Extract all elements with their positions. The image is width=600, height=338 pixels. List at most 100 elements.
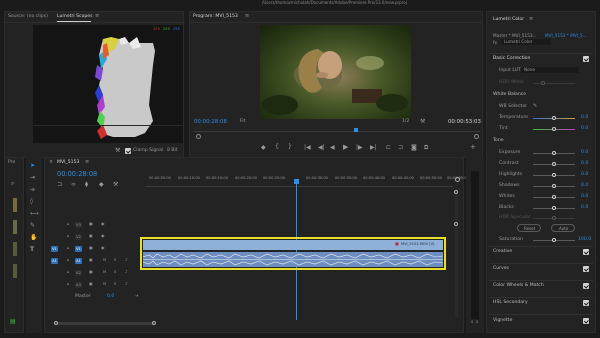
track-target-v2[interactable]: V2 (75, 234, 82, 240)
type-tool-icon[interactable]: T (30, 247, 34, 253)
project-thumb[interactable] (13, 220, 17, 234)
track-target-a1[interactable]: A1 (75, 258, 82, 264)
track-a1[interactable]: A1 ⌂ A1 ▣ M S ♪ (47, 256, 143, 266)
project-thumb[interactable] (13, 264, 17, 278)
highlights-knob[interactable] (552, 173, 556, 177)
section-creative[interactable]: Creative (493, 249, 512, 255)
mark-in-icon[interactable]: { (275, 144, 279, 150)
timeline-zoom-handle[interactable] (455, 177, 460, 182)
resolution-select[interactable]: 1/2 (402, 119, 409, 125)
master-volume[interactable]: 0.0 (107, 294, 114, 300)
section-vignette[interactable]: Vignette (493, 318, 512, 324)
source-patch-v1[interactable]: V1 (51, 246, 58, 252)
sync-lock-icon[interactable]: ▣ (89, 258, 93, 262)
lock-icon[interactable]: ⌂ (67, 270, 70, 274)
section-curves[interactable]: Curves (493, 266, 509, 272)
reset-button[interactable]: Reset (517, 224, 541, 232)
eyedropper-icon[interactable]: ✎ (533, 104, 537, 109)
timeline-timecode[interactable]: 00:00:28:08 (57, 171, 97, 178)
track-a2[interactable]: ⌂ A2 ▣ M S ♪ (47, 268, 143, 278)
audio-clip[interactable] (143, 252, 443, 267)
sync-lock-icon[interactable]: ▣ (89, 222, 93, 226)
basic-correction-toggle[interactable] (583, 56, 589, 62)
solo-button[interactable]: S (114, 258, 116, 263)
track-v3[interactable]: ⌂ V3 ▣ ◉ (47, 220, 143, 230)
hand-tool-icon[interactable]: ✋ (30, 235, 37, 241)
export-frame-icon[interactable]: ◙ (411, 145, 417, 151)
exposure-knob[interactable] (552, 151, 556, 155)
add-marker-icon[interactable]: ⧫ (85, 182, 88, 188)
solo-button[interactable]: S (114, 282, 116, 287)
project-thumb[interactable] (13, 242, 17, 256)
exposure-value[interactable]: 0.0 (581, 150, 588, 156)
source-patch-a1[interactable]: A1 (51, 258, 58, 264)
track-a3[interactable]: ⌂ A3 ▣ M S ♪ (47, 280, 143, 290)
color-wheels-toggle[interactable] (583, 283, 589, 289)
curves-toggle[interactable] (583, 266, 589, 272)
meter-solo-left[interactable]: S (471, 320, 473, 325)
lock-icon[interactable]: ⌂ (67, 282, 70, 286)
wrench-icon[interactable]: ⚒ (113, 182, 118, 188)
vertical-scroll-thumb-top[interactable] (454, 190, 458, 194)
step-forward-icon[interactable]: |▶ (356, 145, 363, 151)
scrub-end-handle[interactable] (474, 134, 479, 139)
basic-correction-header[interactable]: Basic Correction (493, 56, 530, 62)
lock-icon[interactable]: ⌂ (67, 246, 70, 250)
extract-icon[interactable]: ⊐ (398, 145, 403, 151)
tab-lumetri-scopes[interactable]: Lumetri Scopes (57, 14, 93, 20)
track-select-icon[interactable]: ⇥ (30, 175, 35, 181)
bit-depth-select[interactable]: 8 Bit (167, 148, 178, 154)
effect-select[interactable]: Lumetri Color (501, 39, 551, 45)
mute-button[interactable]: M (103, 282, 106, 287)
saturation-value[interactable]: 100.0 (578, 237, 591, 243)
lift-icon[interactable]: ⊏ (386, 145, 391, 151)
whites-value[interactable]: 0.0 (581, 194, 588, 200)
zoom-fit-select[interactable]: Fit (240, 119, 245, 125)
pen-tool-icon[interactable]: ✎ (30, 223, 35, 229)
horizontal-scrollbar[interactable] (55, 322, 155, 325)
button-editor-icon[interactable]: + (470, 144, 476, 151)
tint-knob[interactable] (552, 127, 556, 131)
list-view-icon[interactable]: ▤ (10, 319, 16, 325)
program-menu-icon[interactable]: ≡ (245, 14, 249, 19)
go-to-out-icon[interactable]: ▶| (370, 145, 377, 151)
tab-project[interactable]: Pro (8, 160, 15, 166)
eye-icon[interactable]: ◉ (101, 246, 105, 250)
track-v2[interactable]: ⌂ V2 ▣ ◉ (47, 232, 143, 242)
fx-toggle-icon[interactable]: fx (493, 40, 497, 45)
timeline-menu-icon[interactable]: ≡ (85, 160, 89, 165)
slip-tool-icon[interactable]: ⟷ (30, 211, 39, 217)
tab-lumetri-color[interactable]: Lumetri Color (493, 17, 524, 23)
track-target-v3[interactable]: V3 (75, 222, 82, 228)
sync-lock-icon[interactable]: ▣ (89, 282, 93, 286)
track-target-v1[interactable]: V1 (75, 246, 82, 252)
wrench-icon[interactable]: ⚒ (115, 148, 120, 154)
sync-lock-icon[interactable]: ▣ (89, 270, 93, 274)
vertical-scrollbar[interactable] (455, 188, 458, 318)
blacks-knob[interactable] (552, 206, 556, 210)
eye-icon[interactable]: ◉ (101, 222, 105, 226)
step-back-icon[interactable]: ◀| (318, 145, 325, 151)
tab-source[interactable]: Source: (no clips) (8, 14, 48, 20)
tab-program[interactable]: Program: MVI_5153 (193, 14, 238, 20)
voiceover-mic-icon[interactable]: ♪ (125, 282, 128, 286)
tint-value[interactable]: 0.0 (581, 126, 588, 132)
scrub-start-handle[interactable] (196, 134, 201, 139)
track-v1[interactable]: V1 ⌂ V1 ▣ ◉ (47, 244, 143, 254)
shadows-value[interactable]: 0.0 (581, 183, 588, 189)
section-hsl-secondary[interactable]: HSL Secondary (493, 300, 528, 306)
input-lut-select[interactable]: None (521, 67, 579, 73)
shadows-knob[interactable] (552, 184, 556, 188)
horizontal-scroll-start[interactable] (54, 321, 58, 325)
program-scrub-bar[interactable] (194, 131, 480, 132)
temperature-value[interactable]: 0.0 (581, 115, 588, 121)
sequence-clip-label[interactable]: MVI_5153 * MVI_5... (545, 33, 587, 38)
panel-menu-icon[interactable]: ≡ (95, 14, 99, 19)
time-ruler[interactable]: 00:00:05:00 00:00:10:00 00:00:15:00 00:0… (145, 168, 469, 187)
creative-toggle[interactable] (583, 249, 589, 255)
highlights-value[interactable]: 0.0 (581, 172, 588, 178)
contrast-knob[interactable] (552, 162, 556, 166)
hsl-secondary-toggle[interactable] (583, 300, 589, 306)
contrast-value[interactable]: 0.0 (581, 161, 588, 167)
mark-out-icon[interactable]: } (288, 144, 292, 150)
